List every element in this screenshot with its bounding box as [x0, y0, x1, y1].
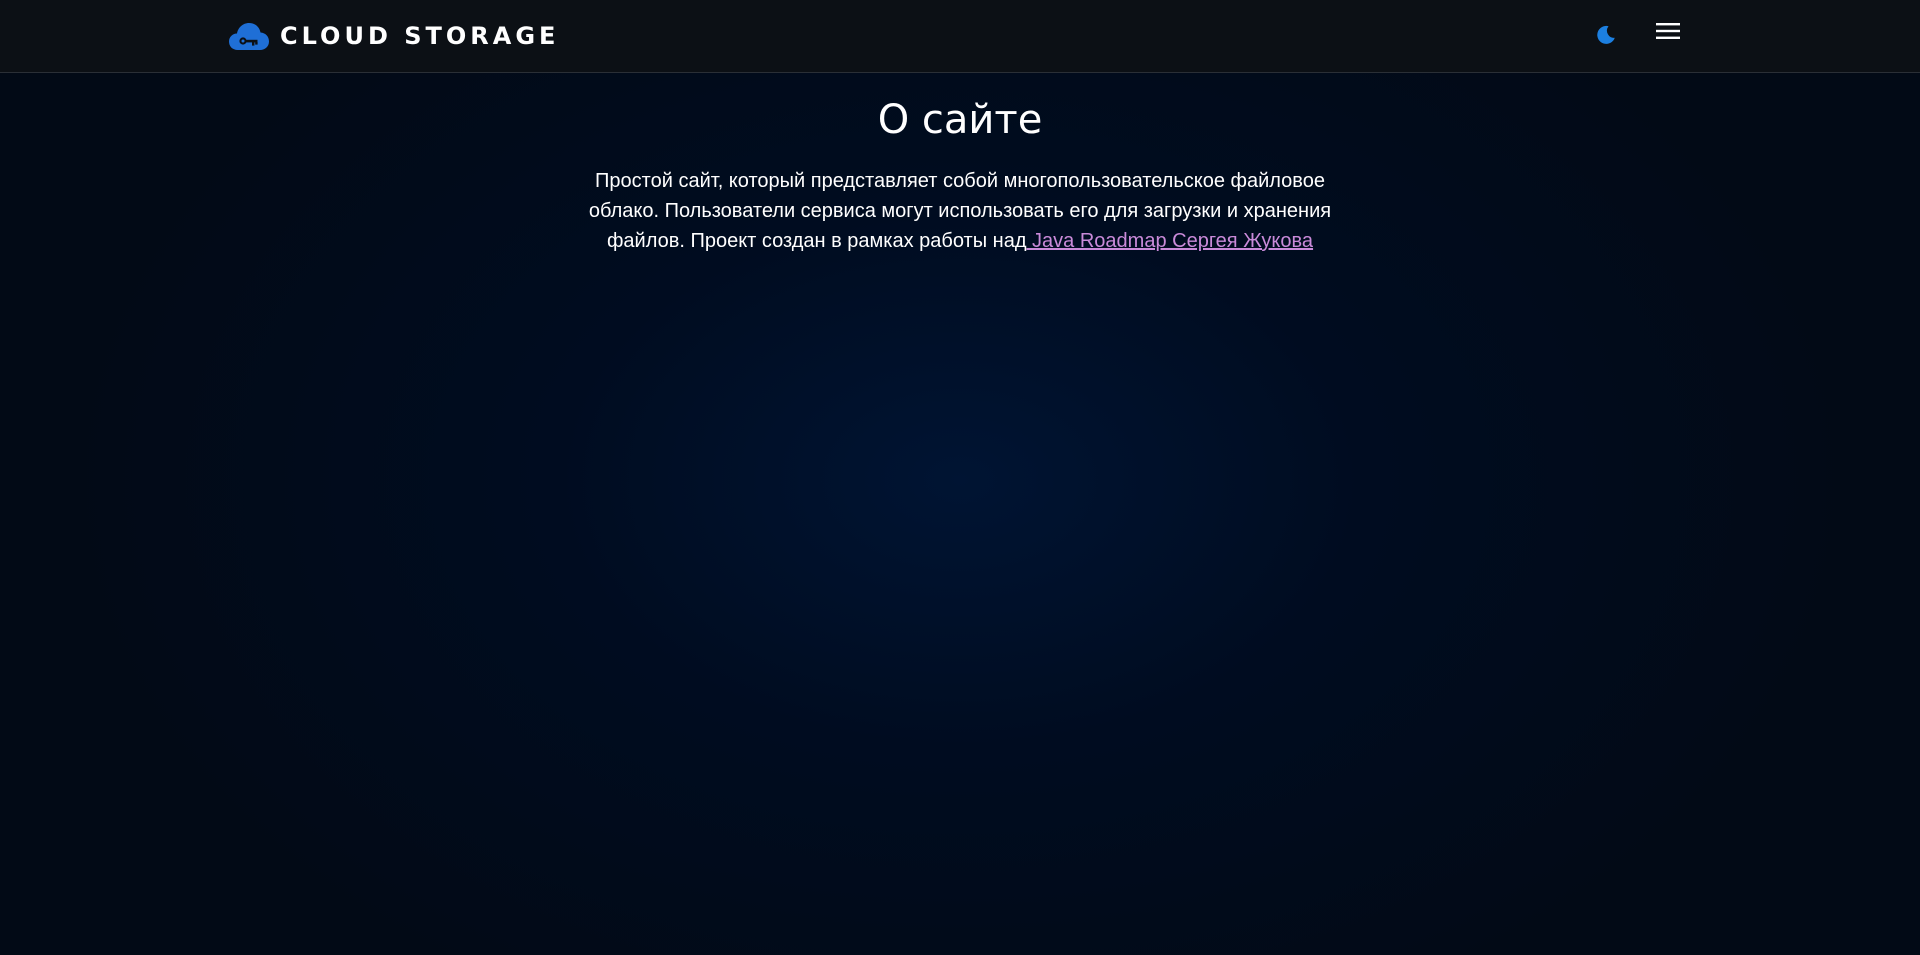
- top-navbar: CLOUD STORAGE: [0, 0, 1920, 73]
- about-description: Простой сайт, который представляет собой…: [565, 166, 1355, 256]
- about-section: О сайте Простой сайт, который представля…: [560, 84, 1360, 256]
- theme-toggle-button[interactable]: [1592, 23, 1620, 51]
- page-title: О сайте: [877, 97, 1043, 143]
- moon-icon: [1596, 25, 1616, 50]
- cloud-key-icon: [228, 20, 270, 52]
- java-roadmap-link[interactable]: Java Roadmap Сергея Жукова: [1027, 230, 1313, 252]
- brand-logo-link[interactable]: CLOUD STORAGE: [228, 18, 559, 54]
- brand-title: CLOUD STORAGE: [280, 22, 560, 50]
- hamburger-menu-button[interactable]: [1652, 18, 1684, 48]
- hamburger-menu-icon: [1656, 22, 1680, 45]
